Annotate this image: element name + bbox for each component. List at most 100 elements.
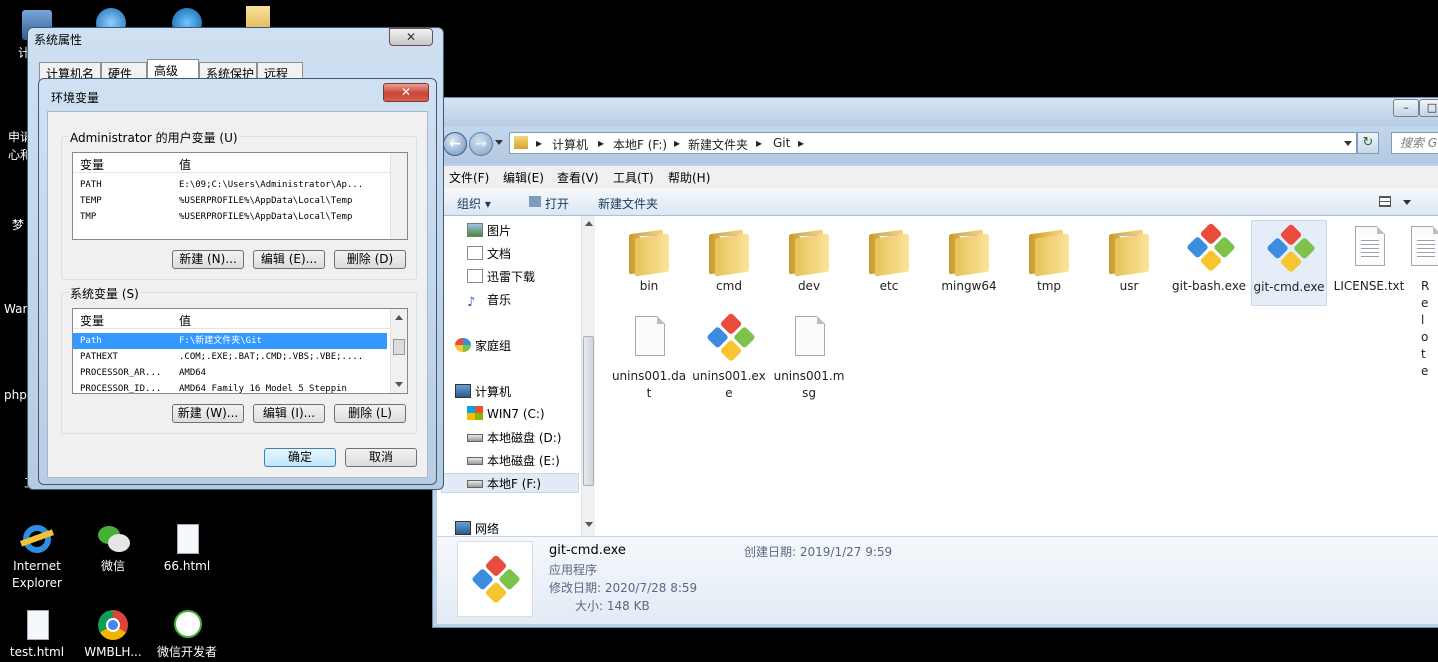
nav-item-computer[interactable]: 计算机 [455,383,511,400]
breadcrumb-separator[interactable]: ▸ [674,136,680,150]
file-item-exe-selected[interactable]: git-cmd.exe [1251,220,1327,306]
table-row[interactable]: TEMP %USERPROFILE%\AppData\Local\Temp [73,193,387,209]
breadcrumb-item[interactable]: 计算机 [552,136,588,153]
user-variables-list[interactable]: 变量 值 PATH E:\09;C:\Users\Administrator\Ap… [72,152,408,240]
desktop-icon-wechat[interactable]: 微信 [78,522,148,575]
user-new-button[interactable]: 新建 (N)... [172,250,244,269]
breadcrumb-item[interactable]: 新建文件夹 [688,136,748,153]
search-input[interactable]: 搜索 G [1391,132,1438,154]
scroll-thumb[interactable] [393,339,405,355]
file-item-exe[interactable]: git-bash.exe [1171,220,1247,295]
user-delete-button[interactable]: 删除 (D) [334,250,406,269]
file-item-folder[interactable]: bin [611,220,687,295]
nav-item-network[interactable]: 网络 [455,520,499,537]
system-edit-button[interactable]: 编辑 (I)... [253,404,325,423]
column-header-variable[interactable]: 变量 [80,156,104,173]
desktop-icon-ie[interactable]: Internet Explorer [2,522,72,592]
view-dropdown-icon[interactable] [1403,200,1411,205]
nav-item-thunder-download[interactable]: 迅雷下载 [467,268,535,285]
back-button[interactable]: ← [443,132,467,156]
nav-item-drive-f[interactable]: 本地F (F:) [467,475,541,492]
user-edit-button[interactable]: 编辑 (E)... [253,250,325,269]
table-row-selected[interactable]: Path F:\新建文件夹\Git [73,333,387,349]
menu-file[interactable]: 文件(F) [449,169,489,186]
system-delete-button[interactable]: 删除 (L) [334,404,406,423]
system-variables-list[interactable]: 变量 值 Path F:\新建文件夹\Git PATHEXT .COM;.EXE;.… [72,308,408,394]
file-item-exe[interactable]: unins001.exe [691,310,767,402]
desktop-partial-label[interactable]: 梦 [12,216,24,233]
file-item-folder[interactable]: cmd [691,220,767,295]
table-row[interactable]: PROCESSOR_AR... AMD64 [73,365,387,381]
pictures-icon [467,223,483,237]
scroll-down-arrow-icon[interactable] [395,382,403,387]
breadcrumb-item[interactable]: 本地F (F:) [613,136,667,153]
file-item-folder[interactable]: tmp [1011,220,1087,295]
maximize-button[interactable]: □ [1419,99,1438,117]
desktop-icon-chrome[interactable]: WMBLH... [78,608,148,661]
file-item-folder[interactable]: etc [851,220,927,295]
menu-view[interactable]: 查看(V) [557,169,599,186]
address-bar[interactable]: ▸ 计算机 ▸ 本地F (F:) ▸ 新建文件夹 ▸ Git ▸ [509,132,1357,154]
nav-item-homegroup[interactable]: 家庭组 [455,337,511,354]
nav-item-drive-d[interactable]: 本地磁盘 (D:) [467,429,561,446]
nav-scrollbar[interactable] [581,216,595,536]
breadcrumb-separator[interactable]: ▸ [536,136,542,150]
file-item-folder[interactable]: usr [1091,220,1167,295]
list-scrollbar[interactable] [390,153,407,239]
table-row[interactable]: TMP %USERPROFILE%\AppData\Local\Temp [73,209,387,225]
scroll-down-arrow-icon[interactable] [585,522,593,527]
file-item-txt[interactable]: LICENSE.txt [1331,220,1407,295]
desktop-icon-wechat-devtools[interactable]: 微信开发者 [152,608,222,661]
column-header-value[interactable]: 值 [179,156,191,173]
folder-icon [1029,229,1069,277]
column-header-variable[interactable]: 变量 [80,312,104,329]
column-header-value[interactable]: 值 [179,312,191,329]
desktop-partial-label[interactable]: php [4,388,27,402]
breadcrumb-separator[interactable]: ▸ [756,136,762,150]
group-title: Administrator 的用户变量 (U) [68,129,240,146]
organize-button[interactable]: 组织 ▾ [457,195,491,212]
scroll-up-arrow-icon[interactable] [395,315,403,320]
scroll-thumb[interactable] [583,336,594,486]
ok-button[interactable]: 确定 [264,448,336,467]
file-item-folder[interactable]: mingw64 [931,220,1007,295]
file-item-msg[interactable]: unins001.msg [771,310,847,402]
breadcrumb-separator[interactable]: ▸ [598,136,604,150]
explorer-titlebar[interactable]: – □ [433,98,1438,126]
scroll-up-arrow-icon[interactable] [585,221,593,226]
menu-edit[interactable]: 编辑(E) [503,169,544,186]
nav-item-drive-c[interactable]: WIN7 (C:) [467,406,545,421]
list-scrollbar[interactable] [390,309,407,393]
nav-item-music[interactable]: ♪ 音乐 [467,291,511,310]
breadcrumb-separator[interactable]: ▸ [798,136,804,150]
new-folder-button[interactable]: 新建文件夹 [598,195,658,212]
cancel-button[interactable]: 取消 [345,448,417,467]
file-item-folder[interactable]: dev [771,220,847,295]
desktop-icon-66-html[interactable]: 66.html [152,522,222,575]
close-button[interactable]: ✕ [383,83,429,102]
refresh-button[interactable]: ↻ [1357,132,1379,154]
nav-item-drive-e[interactable]: 本地磁盘 (E:) [467,452,560,469]
table-row[interactable]: PATHEXT .COM;.EXE;.BAT;.CMD;.VBS;.VBE;...… [73,349,387,365]
git-icon [1266,223,1317,275]
close-button[interactable]: ✕ [389,28,433,46]
breadcrumb-item[interactable]: Git [773,136,790,150]
table-row[interactable]: PROCESSOR_ID... AMD64 Family 16 Model 5 S… [73,381,387,393]
nav-item-documents[interactable]: 文档 [467,245,511,262]
minimize-button[interactable]: – [1393,99,1419,117]
desktop-icon-test-html[interactable]: test.html [2,608,72,661]
table-row[interactable]: PATH E:\09;C:\Users\Administrator\Ap... [73,177,387,193]
system-new-button[interactable]: 新建 (W)... [172,404,244,423]
file-item-partial[interactable]: Rel ote [1411,220,1438,380]
view-options-icon[interactable] [1379,196,1391,207]
menu-tools[interactable]: 工具(T) [613,169,654,186]
file-item-dat[interactable]: unins001.dat [611,310,687,402]
forward-button[interactable]: → [469,132,493,156]
menu-help[interactable]: 帮助(H) [668,169,710,186]
open-button[interactable]: 打开 [545,195,569,212]
history-dropdown-icon[interactable] [495,140,503,145]
variable-name: TEMP [80,196,102,206]
nav-item-pictures[interactable]: 图片 [467,222,511,239]
address-dropdown-icon[interactable] [1344,141,1352,146]
desktop-partial-label[interactable]: War [4,302,27,316]
